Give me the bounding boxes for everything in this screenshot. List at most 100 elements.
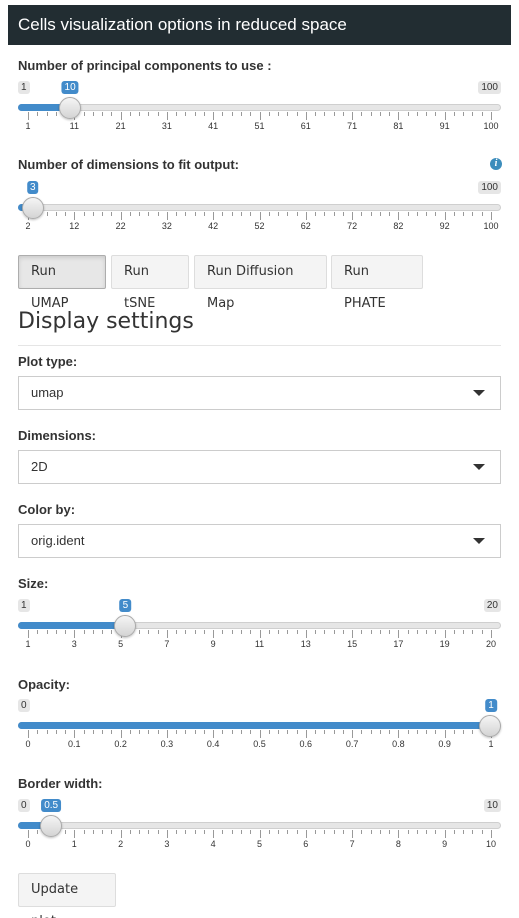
slider-tick <box>74 830 76 838</box>
slider-tick-label: 4 <box>210 839 216 849</box>
slider-minor-tick <box>426 212 428 216</box>
slider-minor-tick <box>389 830 391 834</box>
slider-minor-tick <box>102 112 104 116</box>
slider-minor-tick <box>296 112 298 116</box>
slider-tick-label: 3 <box>164 839 170 849</box>
slider-minor-tick <box>296 630 298 634</box>
slider-minor-tick <box>342 730 344 734</box>
slider-minor-tick <box>55 730 57 734</box>
slider-minor-tick <box>185 112 187 116</box>
slider-minor-tick <box>416 730 418 734</box>
slider-minor-tick <box>287 630 289 634</box>
slider-minor-tick <box>416 830 418 834</box>
slider-minor-tick <box>379 730 381 734</box>
slider-tick-label: 11 <box>254 639 265 649</box>
slider-minor-tick <box>148 830 150 834</box>
slider-tick <box>120 730 122 738</box>
slider-minor-tick <box>370 112 372 116</box>
slider-minor-tick <box>315 112 317 116</box>
slider-minor-tick <box>315 730 317 734</box>
slider-track[interactable] <box>18 822 501 829</box>
slider-track[interactable] <box>18 104 501 111</box>
slider-minor-tick <box>481 830 483 834</box>
run-umap-button[interactable]: Run UMAP <box>18 255 106 311</box>
slider-tick-label: 31 <box>161 121 172 131</box>
size-slider[interactable]: 1 3 5 7 9 11 13 15 17 19 20 1 20 5 <box>18 599 501 669</box>
slider-minor-tick <box>231 112 233 116</box>
slider-tick <box>491 212 492 220</box>
slider-minor-tick <box>231 830 233 834</box>
slider-minor-tick <box>222 212 224 216</box>
slider-tick-label: 13 <box>300 639 311 649</box>
slider-max-label: 20 <box>483 599 501 612</box>
slider-minor-tick <box>250 212 252 216</box>
dimensions-select[interactable]: 2D <box>18 450 501 484</box>
pcs-slider[interactable]: 1 11 21 31 41 51 61 71 81 91 100 1 100 10 <box>18 81 501 151</box>
slider-minor-tick <box>379 212 381 216</box>
slider-minor-tick <box>157 112 159 116</box>
update-plot-button[interactable]: Update plot <box>18 873 116 918</box>
slider-minor-tick <box>333 630 335 634</box>
slider-minor-tick <box>83 730 85 734</box>
slider-minor-tick <box>176 830 178 834</box>
slider-handle[interactable] <box>59 97 82 119</box>
section-divider <box>18 345 501 346</box>
slider-tick-label: 0.5 <box>253 739 266 749</box>
slider-minor-tick <box>65 212 67 216</box>
plot-type-value: umap <box>31 385 64 400</box>
color-by-label: Color by: <box>18 502 76 517</box>
info-icon[interactable]: i <box>490 158 502 170</box>
slider-minor-tick <box>46 630 48 634</box>
slider-minor-tick <box>426 730 428 734</box>
slider-minor-tick <box>111 630 113 634</box>
slider-minor-tick <box>472 630 474 634</box>
slider-tick <box>444 112 446 120</box>
slider-minor-tick <box>83 630 85 634</box>
slider-tick <box>28 830 29 838</box>
color-by-select[interactable]: orig.ident <box>18 524 501 558</box>
slider-tick-label: 9 <box>210 639 216 649</box>
slider-tick <box>259 730 261 738</box>
slider-handle[interactable] <box>21 197 44 219</box>
slider-handle[interactable] <box>114 615 137 637</box>
run-diffusion-map-button[interactable]: Run Diffusion Map <box>194 255 327 311</box>
slider-minor-tick <box>416 112 418 116</box>
slider-tick <box>28 630 29 638</box>
slider-track[interactable] <box>18 204 501 211</box>
slider-minor-tick <box>426 630 428 634</box>
slider-minor-tick <box>333 830 335 834</box>
slider-minor-tick <box>324 212 326 216</box>
slider-minor-tick <box>240 830 242 834</box>
slider-minor-tick <box>370 212 372 216</box>
slider-minor-tick <box>407 830 409 834</box>
slider-minor-tick <box>139 212 141 216</box>
dims-slider[interactable]: 2 12 22 32 42 52 62 72 82 92 100 100 3 <box>18 181 501 251</box>
slider-minor-tick <box>46 730 48 734</box>
slider-tick <box>398 730 400 738</box>
slider-minor-tick <box>65 830 67 834</box>
slider-handle[interactable] <box>40 815 63 837</box>
slider-minor-tick <box>361 112 363 116</box>
slider-minor-tick <box>250 630 252 634</box>
slider-minor-tick <box>240 112 242 116</box>
slider-minor-tick <box>203 630 205 634</box>
slider-minor-tick <box>472 212 474 216</box>
opacity-slider[interactable]: 0 0.1 0.2 0.3 0.4 0.5 0.6 0.7 0.8 0.9 1 0 1 <box>18 699 501 769</box>
slider-minor-tick <box>46 212 48 216</box>
slider-tick-label: 22 <box>115 221 126 231</box>
slider-tick-label: 91 <box>439 121 450 131</box>
slider-minor-tick <box>389 212 391 216</box>
slider-tick <box>213 112 215 120</box>
slider-tick <box>259 212 261 220</box>
slider-minor-tick <box>278 212 280 216</box>
border-width-slider[interactable]: 0 1 2 3 4 5 6 7 8 9 10 0 10 0.5 <box>18 799 501 869</box>
run-phate-button[interactable]: Run PHATE <box>331 255 423 311</box>
slider-tick-label: 0 <box>25 839 31 849</box>
plot-type-select[interactable]: umap <box>18 376 501 410</box>
run-tsne-button[interactable]: Run tSNE <box>111 255 189 311</box>
color-by-value: orig.ident <box>31 533 85 548</box>
slider-handle[interactable] <box>479 715 501 737</box>
slider-minor-tick <box>176 112 178 116</box>
slider-minor-tick <box>453 830 455 834</box>
slider-tick-label: 0.3 <box>160 739 174 749</box>
